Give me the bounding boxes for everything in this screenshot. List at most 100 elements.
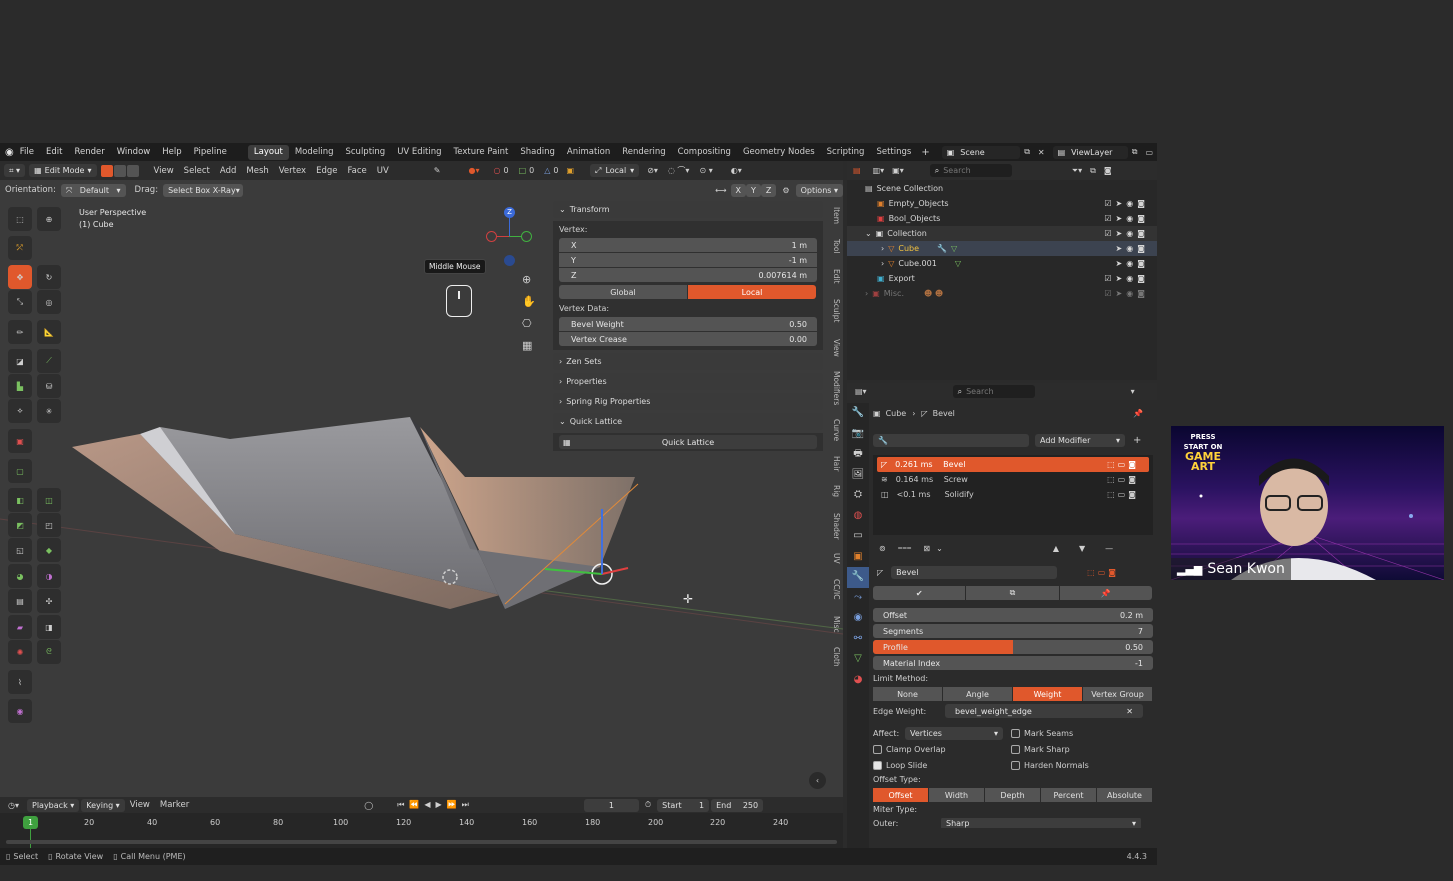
timeline-marker-menu[interactable]: Marker bbox=[155, 800, 194, 810]
gizmo-neg-z-icon[interactable] bbox=[504, 255, 515, 266]
tool-tab-icon[interactable]: 🔧 bbox=[847, 403, 869, 424]
stack-toggles-icon[interactable]: ⬚▭◙ bbox=[1107, 460, 1139, 469]
screw-tool-icon[interactable]: ᘓ bbox=[37, 640, 61, 664]
spring-rig-panel-header[interactable]: › Spring Rig Properties bbox=[553, 393, 823, 410]
harden-normals-checkbox[interactable]: Harden Normals bbox=[1011, 760, 1089, 770]
row-toggles-icon[interactable]: ☑➤◉◙ bbox=[1104, 274, 1149, 283]
timeline-ruler[interactable]: 1 20 40 60 80 100 120 140 160 180 200 22… bbox=[0, 813, 843, 848]
options-dropdown[interactable]: Options ▾ bbox=[795, 183, 843, 197]
tab-modifiers[interactable]: Modifiers bbox=[829, 371, 841, 405]
properties-search[interactable]: ⌕ Search bbox=[952, 385, 1035, 398]
eyedropper-icon[interactable]: ✎ bbox=[434, 166, 441, 175]
outer-dropdown[interactable]: Sharp ▾ bbox=[941, 818, 1141, 828]
tab-rendering[interactable]: Rendering bbox=[616, 145, 671, 160]
proportional-edit-icon[interactable]: ◌ ⌒▾ bbox=[668, 165, 690, 176]
sphere-tool-icon[interactable]: ◉ bbox=[8, 699, 32, 723]
expand-icon[interactable]: › bbox=[865, 289, 868, 298]
mode-selector[interactable]: ▦ Edit Mode ▾ bbox=[29, 164, 97, 177]
render-tab-icon[interactable]: 📷 bbox=[847, 424, 869, 445]
scene-tab-icon[interactable]: ⛭ bbox=[847, 485, 869, 506]
data-tab-icon[interactable]: ▽ bbox=[847, 649, 869, 670]
quick-lattice-panel-header[interactable]: ⌄ Quick Lattice bbox=[553, 413, 823, 430]
remove-all-icon[interactable]: ⊠ bbox=[923, 544, 930, 553]
zoom-icon[interactable]: ⊕ bbox=[522, 269, 536, 291]
row-toggles-icon[interactable]: ➤◉◙ bbox=[1116, 244, 1149, 253]
tab-scripting[interactable]: Scripting bbox=[821, 145, 871, 160]
modifier-filter-field[interactable]: 🔧 bbox=[873, 433, 1029, 447]
properties-panel-header[interactable]: › Properties bbox=[553, 373, 823, 390]
vertex-y-field[interactable]: Y -1 m bbox=[559, 253, 817, 267]
tab-animation[interactable]: Animation bbox=[561, 145, 616, 160]
material-tab-icon[interactable]: ◕ bbox=[847, 670, 869, 691]
pin-icon[interactable]: 📌 bbox=[1133, 409, 1143, 418]
mirror-y-toggle[interactable]: Y bbox=[746, 183, 761, 197]
camera-view-icon[interactable]: ⎔ bbox=[522, 313, 536, 335]
stack-menu-icon[interactable]: ⌄ bbox=[936, 544, 943, 553]
extrude-region-tool-icon[interactable]: ◧ bbox=[8, 488, 32, 512]
display-mode-icon[interactable]: ▥▾ bbox=[873, 166, 885, 175]
menu-view[interactable]: View bbox=[149, 166, 179, 176]
shrink-tool-icon[interactable]: ✣ bbox=[37, 589, 61, 613]
cursor-tool-icon[interactable]: ⊕ bbox=[37, 207, 61, 231]
poly-tool-icon[interactable]: ◆ bbox=[37, 538, 61, 562]
inset-tool-icon[interactable]: ▙ bbox=[8, 374, 32, 398]
snap-icon[interactable]: ⊘▾ bbox=[647, 166, 658, 175]
transform-tool-icon[interactable]: ◎ bbox=[37, 290, 61, 314]
timeline-scrollbar[interactable] bbox=[6, 840, 837, 844]
stack-toggles-icon[interactable]: ⬚▭◙ bbox=[1107, 490, 1139, 499]
expand-icon[interactable]: ⌄ bbox=[865, 229, 872, 238]
menu-window[interactable]: Window bbox=[111, 147, 157, 157]
global-toggle[interactable]: Global bbox=[559, 285, 687, 299]
pivot-selector[interactable]: ⤢ Local ▾ bbox=[590, 164, 640, 177]
stopwatch-icon[interactable]: ⏱ bbox=[645, 800, 651, 810]
constraints-tab-icon[interactable]: ⚯ bbox=[847, 629, 869, 650]
pan-hand-icon[interactable]: ✋ bbox=[522, 291, 536, 313]
3d-viewport[interactable]: ⌗ ▾ ▦ Edit Mode ▾ View Select Add Mesh Ve… bbox=[0, 161, 843, 797]
profile-slider[interactable]: Profile 0.50 bbox=[873, 640, 1153, 654]
tab-hair[interactable]: Hair bbox=[829, 456, 841, 471]
face-select-icon[interactable] bbox=[126, 164, 139, 177]
offset-type-width[interactable]: Width bbox=[929, 788, 984, 802]
limit-angle[interactable]: Angle bbox=[943, 687, 1012, 701]
delete-scene-icon[interactable]: ✕ bbox=[1034, 148, 1049, 157]
keying-menu[interactable]: Keying ▾ bbox=[81, 798, 125, 812]
add-modifier-dropdown[interactable]: Add Modifier ▾ bbox=[1035, 433, 1125, 447]
extrude-tool-icon[interactable]: ⟋ bbox=[37, 349, 61, 373]
menu-file[interactable]: File bbox=[14, 147, 40, 157]
select-box-tool-icon[interactable]: ⬚ bbox=[8, 207, 32, 231]
clamp-overlap-checkbox[interactable]: Clamp Overlap bbox=[873, 744, 1011, 754]
mirror-z-toggle[interactable]: Z bbox=[760, 183, 777, 197]
bevel-tool-icon[interactable]: ⟡ bbox=[8, 399, 32, 423]
perspective-grid-icon[interactable]: ▦ bbox=[522, 335, 536, 357]
move-down-icon[interactable]: ▼ bbox=[1079, 544, 1085, 553]
affect-dropdown[interactable]: Vertices ▾ bbox=[905, 726, 1003, 740]
move-tool-icon[interactable]: ✥ bbox=[8, 265, 32, 289]
quick-lattice-button[interactable]: ▦ Quick Lattice bbox=[559, 435, 817, 449]
collapse-sidebar-icon[interactable]: ‹ bbox=[809, 772, 826, 789]
tab-sculpting[interactable]: Sculpting bbox=[339, 145, 391, 160]
measure-tool-icon[interactable]: 📐 bbox=[37, 320, 61, 344]
add-icon[interactable]: + bbox=[1133, 435, 1141, 446]
menu-render[interactable]: Render bbox=[68, 147, 110, 157]
current-frame-field[interactable]: 1 bbox=[583, 798, 639, 812]
end-frame-field[interactable]: End 250 bbox=[711, 798, 764, 812]
editor-type-button[interactable]: ⌗ ▾ bbox=[4, 164, 26, 177]
tab-misc[interactable]: Misc bbox=[829, 616, 841, 633]
outliner-row-export[interactable]: ▣ Export ☑➤◉◙ bbox=[847, 271, 1157, 286]
mesh-options-icon[interactable]: ⚙ bbox=[782, 186, 789, 195]
vertex-z-field[interactable]: Z 0.007614 m bbox=[559, 268, 817, 282]
offset-field[interactable]: Offset 0.2 m bbox=[873, 608, 1153, 622]
outliner-editor-icon[interactable]: ▤ bbox=[853, 166, 861, 175]
auto-key-icon[interactable]: ◯ bbox=[364, 801, 373, 810]
outliner-camera-icon[interactable]: ◙ bbox=[1104, 166, 1112, 175]
mirror-icon[interactable]: ⟷ bbox=[715, 186, 726, 195]
offset-type-offset[interactable]: Offset bbox=[873, 788, 928, 802]
mark-sharp-checkbox[interactable]: Mark Sharp bbox=[1011, 744, 1070, 754]
tab-uv-editing[interactable]: UV Editing bbox=[391, 145, 447, 160]
row-toggles-icon[interactable]: ➤◉◙ bbox=[1116, 259, 1149, 268]
poly-build-tool-icon[interactable]: ▢ bbox=[8, 459, 32, 483]
tab-compositing[interactable]: Compositing bbox=[672, 145, 737, 160]
uv-sync-icon[interactable]: ▣ bbox=[566, 166, 574, 175]
add-cube-tool-icon[interactable]: ◪ bbox=[8, 349, 32, 373]
playback-controls[interactable]: ⏮⏪◀▶⏩⏭ bbox=[397, 800, 474, 810]
